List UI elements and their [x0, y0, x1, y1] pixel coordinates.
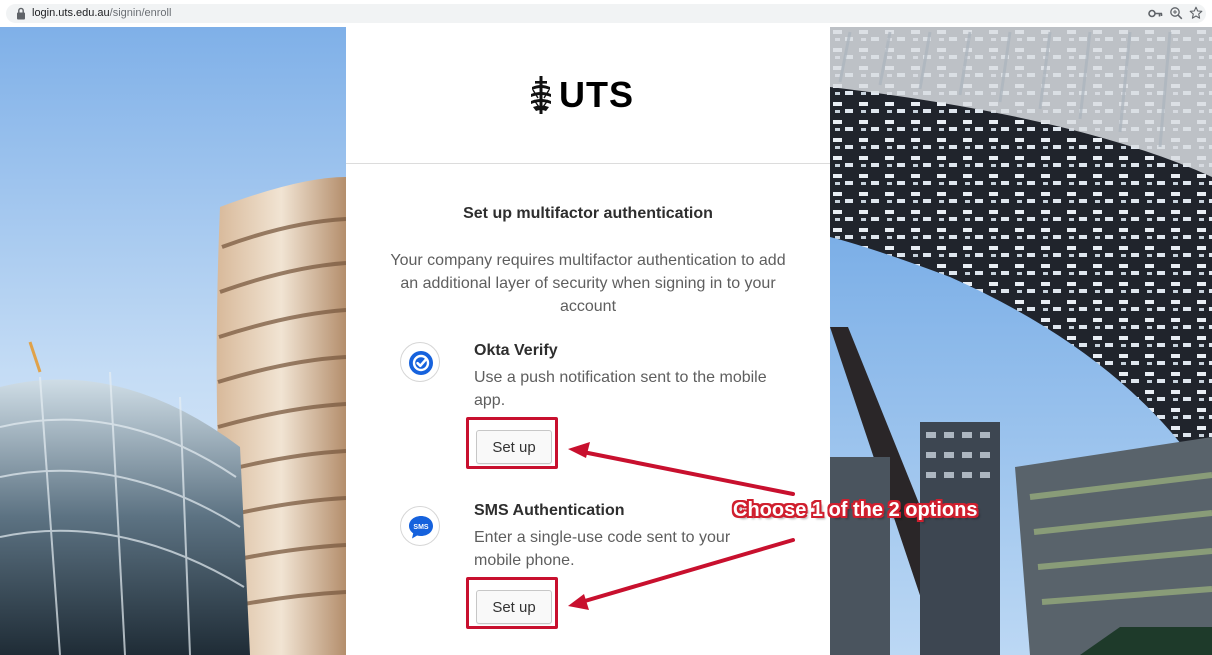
factor-description: Enter a single-use code sent to your mob…: [474, 529, 731, 569]
factor-sms-authentication: SMS SMS Authentication Enter a single-us…: [400, 502, 780, 632]
factor-icon-wrapper: [400, 342, 440, 382]
okta-verify-icon: [409, 351, 433, 375]
address-bar[interactable]: login.uts.edu.au/signin/enroll: [6, 4, 1206, 23]
uts-logo-text: UTS: [559, 74, 634, 115]
uts-logo: UTS: [529, 72, 649, 124]
sms-icon: SMS: [409, 516, 433, 539]
url-host: login.uts.edu.au: [32, 7, 110, 19]
background-photo-right: [830, 27, 1212, 655]
factor-name: Okta Verify: [474, 342, 558, 359]
factor-icon-wrapper: SMS: [400, 506, 440, 546]
zoom-icon[interactable]: [1169, 6, 1183, 20]
factor-description: Use a push notification sent to the mobi…: [474, 369, 767, 409]
sms-icon-text: SMS: [413, 524, 429, 531]
screen: login.uts.edu.au/signin/enroll UTS Set u…: [0, 0, 1212, 655]
url-text[interactable]: login.uts.edu.au/signin/enroll: [32, 7, 171, 19]
browser-toolbar: login.uts.edu.au/signin/enroll: [0, 0, 1212, 27]
uts-crest-icon: [531, 76, 551, 114]
sms-setup-button[interactable]: Set up: [476, 590, 552, 624]
url-path: /signin/enroll: [109, 7, 172, 19]
star-icon[interactable]: [1189, 6, 1203, 20]
factor-name: SMS Authentication: [474, 502, 625, 519]
card-header: UTS: [346, 30, 830, 164]
lock-icon[interactable]: [16, 7, 26, 20]
okta-verify-setup-button[interactable]: Set up: [476, 430, 552, 464]
factor-okta-verify: Okta Verify Use a push notification sent…: [400, 342, 780, 472]
key-icon[interactable]: [1148, 7, 1164, 20]
auth-card: UTS Set up multifactor authentication Yo…: [346, 30, 830, 655]
page-title: Set up multifactor authentication: [463, 205, 713, 222]
page-description: Your company requires multifactor authen…: [390, 252, 786, 315]
background-photo-left: [0, 27, 346, 655]
